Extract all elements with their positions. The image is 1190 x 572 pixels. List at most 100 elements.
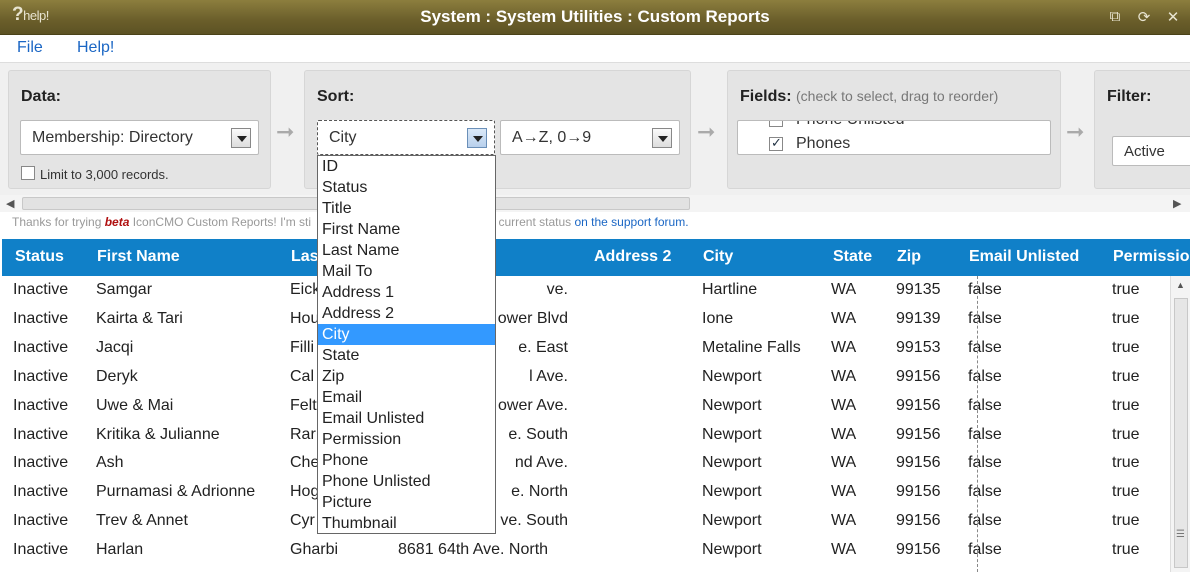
col-header-city[interactable]: City: [703, 248, 733, 266]
fields-list[interactable]: Phone Unlisted Phones: [737, 120, 1051, 155]
field-checkbox-phone-unlisted[interactable]: [769, 121, 783, 127]
table-header: Status First Name Las Address 2 City Sta…: [2, 239, 1190, 276]
cell-last-name: Felt: [290, 396, 317, 414]
cell-city: Ione: [702, 309, 734, 327]
col-header-first-name[interactable]: First Name: [97, 248, 180, 266]
dropdown-option[interactable]: State: [318, 345, 495, 366]
chevron-down-icon[interactable]: [652, 128, 672, 148]
col-header-last-name[interactable]: Las: [291, 248, 319, 266]
table-row[interactable]: Inactive Deryk Cal l Ave. Newport WA 99156 fals…: [2, 363, 1170, 392]
dropdown-option[interactable]: ID: [318, 156, 495, 177]
table-row[interactable]: Inactive Purnamasi & Adrionne Hog e. North N…: [2, 478, 1170, 507]
data-source-select[interactable]: Membership: Directory: [20, 120, 259, 155]
restore-icon[interactable]: ⧉: [1106, 8, 1124, 25]
vertical-scrollbar[interactable]: ▲ ☰: [1170, 276, 1190, 572]
cell-status: Inactive: [13, 338, 69, 356]
cell-first-name: Purnamasi & Adrionne: [96, 483, 256, 501]
refresh-icon[interactable]: ⟳: [1135, 8, 1153, 26]
cell-first-name: Samgar: [96, 281, 153, 298]
col-header-address-2[interactable]: Address 2: [594, 248, 671, 266]
scroll-left-icon[interactable]: ◀: [6, 197, 14, 210]
col-header-zip[interactable]: Zip: [897, 248, 921, 266]
chevron-down-icon[interactable]: [467, 128, 487, 148]
beta-label: beta: [104, 215, 130, 229]
cell-address-1: 8681 64th Ave. North: [398, 541, 549, 559]
cell-city: Newport: [702, 425, 762, 443]
cell-email-unlisted: false: [968, 281, 1002, 298]
scroll-right-icon[interactable]: ▶: [1173, 197, 1181, 210]
dropdown-option[interactable]: Status: [318, 177, 495, 198]
cell-state: WA: [831, 309, 857, 327]
table-row[interactable]: Inactive Kairta & Tari Hou ower Blvd Ione WA 9…: [2, 305, 1170, 334]
field-label-phone-unlisted[interactable]: Phone Unlisted: [796, 121, 905, 129]
dropdown-option[interactable]: Last Name: [318, 240, 495, 261]
sort-field-value: City: [329, 129, 357, 146]
cell-first-name: Uwe & Mai: [96, 396, 174, 414]
cell-city: Newport: [702, 512, 762, 530]
close-icon[interactable]: ✕: [1164, 8, 1182, 26]
dropdown-option[interactable]: Picture: [318, 492, 495, 513]
cell-status: Inactive: [13, 454, 69, 472]
sort-order-select[interactable]: A→Z, 0→9: [500, 120, 680, 155]
dropdown-option[interactable]: Zip: [318, 366, 495, 387]
col-header-status[interactable]: Status: [15, 248, 64, 266]
menu-help[interactable]: Help!: [77, 39, 114, 57]
dropdown-option[interactable]: First Name: [318, 219, 495, 240]
cell-zip: 99156: [896, 367, 941, 385]
dropdown-option[interactable]: Permission: [318, 429, 495, 450]
table-row[interactable]: Inactive Samgar Eick ve. Hartline WA 99135 fals…: [2, 276, 1170, 305]
cell-city: Newport: [702, 396, 762, 414]
dropdown-option[interactable]: Email: [318, 387, 495, 408]
field-checkbox-phones[interactable]: [769, 135, 783, 151]
dropdown-option[interactable]: Thumbnail: [318, 513, 495, 534]
dropdown-option[interactable]: Title: [318, 198, 495, 219]
cell-status: Inactive: [13, 425, 69, 443]
col-header-state[interactable]: State: [833, 248, 872, 266]
field-label-phones[interactable]: Phones: [796, 135, 850, 153]
horizontal-scrollbar[interactable]: ◀ ▶: [0, 195, 1190, 212]
arrow-right-icon: ➞: [697, 119, 716, 144]
table-row[interactable]: Inactive Harlan Gharbi 8681 64th Ave. North…: [2, 536, 1170, 565]
dropdown-option[interactable]: Phone Unlisted: [318, 471, 495, 492]
support-forum-link[interactable]: on the support forum.: [574, 215, 688, 229]
fields-panel: Fields: (check to select, drag to reorde…: [727, 70, 1061, 189]
dropdown-option[interactable]: Phone: [318, 450, 495, 471]
report-config-strip: Data: Membership: Directory Limit to 3,0…: [0, 63, 1190, 195]
limit-records-checkbox[interactable]: [21, 166, 35, 180]
sort-field-dropdown-list[interactable]: ID Status Title First Name Last Name Mail To A…: [317, 155, 496, 534]
dropdown-option[interactable]: Email Unlisted: [318, 408, 495, 429]
scroll-up-icon[interactable]: ▲: [1176, 280, 1185, 290]
filter-select[interactable]: Active: [1112, 136, 1190, 166]
chevron-down-icon[interactable]: [231, 128, 251, 148]
dropdown-option[interactable]: Address 1: [318, 282, 495, 303]
col-header-permission[interactable]: Permissio: [1113, 248, 1189, 266]
table-row[interactable]: Inactive Trev & Annet Cyr ve. South Newport W…: [2, 507, 1170, 536]
dropdown-option[interactable]: Address 2: [318, 303, 495, 324]
cell-permission: true: [1112, 281, 1140, 298]
menu-file[interactable]: File: [17, 39, 43, 57]
cell-state: WA: [831, 541, 857, 559]
cell-email-unlisted: false: [968, 309, 1002, 327]
cell-first-name: Harlan: [96, 541, 144, 559]
dropdown-option[interactable]: Mail To: [318, 261, 495, 282]
filter-panel: Filter: Active: [1094, 70, 1190, 189]
cell-address-1: e. East: [518, 338, 568, 356]
table-row[interactable]: Inactive Ash Che nd Ave. Newport WA 99156 false…: [2, 449, 1170, 478]
cell-state: WA: [831, 367, 857, 385]
cell-email-unlisted: false: [968, 512, 1002, 530]
cell-email-unlisted: false: [968, 396, 1002, 414]
cell-zip: 99156: [896, 541, 941, 559]
table-row[interactable]: Inactive Kritika & Julianne Rar e. South New…: [2, 421, 1170, 450]
grip-icon: ☰: [1176, 529, 1185, 540]
cell-zip: 99156: [896, 454, 941, 472]
dropdown-option[interactable]: City: [318, 324, 495, 345]
cell-state: WA: [831, 425, 857, 443]
scrollbar-thumb[interactable]: [1174, 298, 1188, 568]
cell-first-name: Trev & Annet: [96, 512, 188, 530]
sort-field-select[interactable]: City: [317, 120, 495, 155]
cell-status: Inactive: [13, 367, 69, 385]
table-row[interactable]: Inactive Uwe & Mai Felt ower Ave. Newport WA 9…: [2, 392, 1170, 421]
col-header-email-unlisted[interactable]: Email Unlisted: [969, 248, 1079, 266]
table-row[interactable]: Inactive Jacqi Filli e. East Metaline Falls W…: [2, 334, 1170, 363]
cell-permission: true: [1112, 512, 1140, 530]
